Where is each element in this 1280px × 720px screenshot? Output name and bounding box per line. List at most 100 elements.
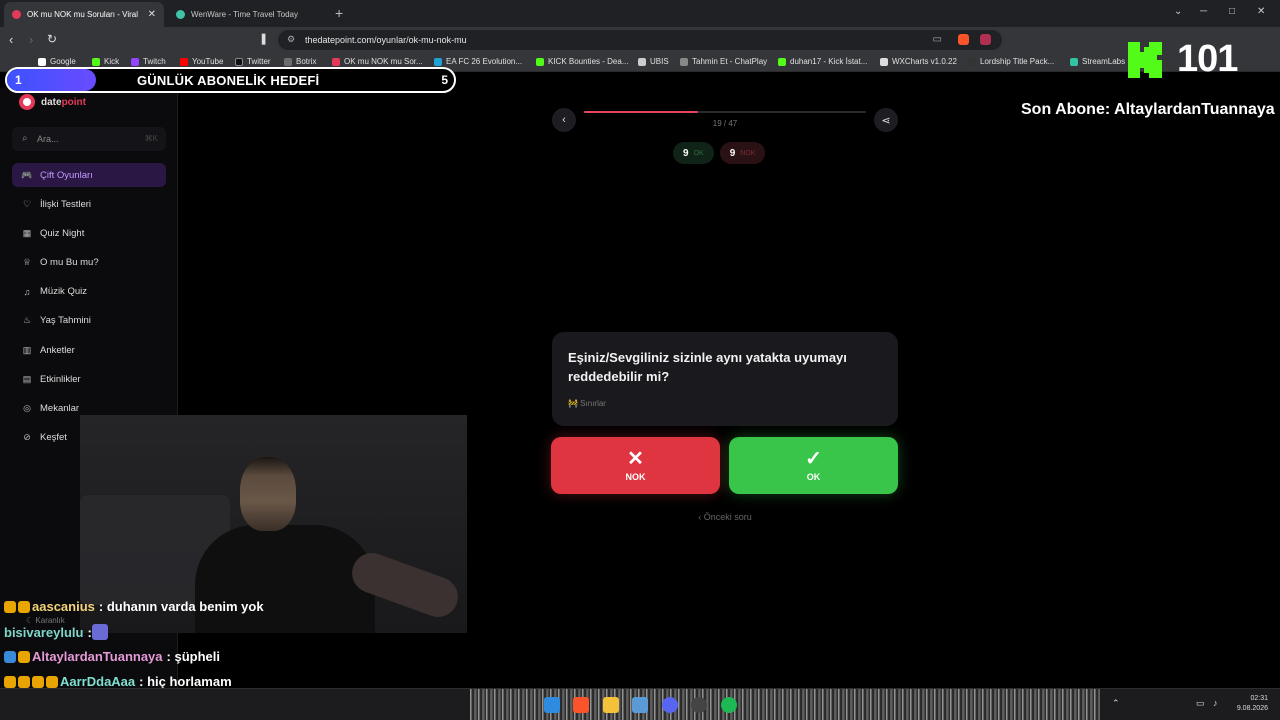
bookmark-item[interactable]: WXCharts v1.0.22 <box>880 57 957 66</box>
heart-icon: ♡ <box>22 198 32 209</box>
site-info-icon[interactable]: ⚙ <box>287 34 295 45</box>
nok-button-label: NOK <box>625 472 646 482</box>
close-tab-icon[interactable]: ✕ <box>148 9 156 20</box>
search-input[interactable]: ⌕ Ara... ⌘K <box>12 127 166 151</box>
bookmark-item[interactable]: EA FC 26 Evolution... <box>434 57 522 66</box>
events-icon: ▤ <box>22 373 32 384</box>
reload-icon[interactable]: ↻ <box>47 32 57 46</box>
chat-badge-icon <box>4 675 16 688</box>
bookmark-item[interactable]: duhan17 - Kick İstat... <box>778 57 867 66</box>
minimize-icon[interactable]: ─ <box>1200 6 1207 17</box>
app-taskbar-icon[interactable] <box>632 697 648 713</box>
bookmark-item[interactable]: Tahmin Et - ChatPlay <box>680 57 767 66</box>
sidebar-item-i-lişki-testleri[interactable]: ♡ İlişki Testleri <box>12 192 166 216</box>
bookmark-icon[interactable]: ❚ <box>259 32 268 45</box>
share-icon: ⋖ <box>881 114 891 127</box>
tab-title: OK mu NOK mu Soruları - Viral İl <box>27 10 140 19</box>
volume-icon[interactable]: ♪ <box>1213 698 1218 708</box>
sidebar-item-label: Çift Oyunları <box>40 169 93 181</box>
chat-text: : duhanın varda benim yok <box>98 599 264 614</box>
sidebar-item-müzik-quiz[interactable]: ♫ Müzik Quiz <box>12 280 166 304</box>
sidebar-item-o-mu-bu-mu-[interactable]: ♕ O mu Bu mu? <box>12 251 166 275</box>
tab-wenware[interactable]: WenWare - Time Travel Today <box>168 2 328 27</box>
datepoint-logo[interactable]: datepoint <box>19 94 86 110</box>
headphones-icon: ♫ <box>23 286 31 297</box>
windows-taskbar: ⌃ ▭ ♪ 02:31 9.08.2026 <box>0 688 1280 720</box>
x-icon: ✕ <box>627 448 644 470</box>
score-pills: 9 OK 9 NOK <box>673 142 766 164</box>
goal-target: 5 <box>441 73 448 87</box>
browser-tab-strip: OK mu NOK mu Soruları - Viral İl ✕ WenWa… <box>0 0 1280 27</box>
sidebar-item-yaş-tahmini[interactable]: ♨ Yaş Tahmini <box>12 309 166 333</box>
ok-button-label: OK <box>806 472 821 482</box>
brand-prefix: date <box>41 96 62 108</box>
discord-icon[interactable] <box>662 697 678 713</box>
new-tab-button[interactable]: + <box>335 5 343 21</box>
tray-chevron-icon[interactable]: ⌃ <box>1112 698 1120 709</box>
close-window-icon[interactable]: ✕ <box>1257 6 1265 17</box>
nok-button[interactable]: ✕ NOK <box>551 437 720 494</box>
tab-title: WenWare - Time Travel Today <box>191 10 298 19</box>
bookmark-item[interactable]: UBIS <box>638 57 669 66</box>
spotify-icon[interactable] <box>721 697 737 713</box>
tab-ok-mu-nok-mu[interactable]: OK mu NOK mu Soruları - Viral İl ✕ <box>4 2 164 27</box>
sidebar-item-label: Mekanlar <box>40 403 80 414</box>
screen: OK mu NOK mu Soruları - Viral İl ✕ WenWa… <box>0 0 1280 720</box>
brave-shield-icon[interactable] <box>958 34 969 45</box>
bookmark-item[interactable]: Twitter <box>235 57 271 66</box>
sidebar-item-label: Quiz Night <box>40 227 85 239</box>
bookmark-item[interactable]: KICK Bounties - Dea... <box>536 57 628 66</box>
bookmark-item[interactable]: YouTube <box>180 57 223 66</box>
maximize-icon[interactable]: □ <box>1229 6 1235 17</box>
calendar-icon: ▦ <box>22 227 32 238</box>
sidebar-item-etkinlikler[interactable]: ▤ Etkinlikler <box>12 367 166 391</box>
bookmark-item[interactable]: StreamLabs <box>1070 57 1125 66</box>
search-placeholder: Ara... <box>37 134 59 144</box>
last-subscriber: Son Abone: AltaylardanTuannaya <box>1021 101 1275 118</box>
sidebar-item-label: Yaş Tahmini <box>40 315 91 327</box>
chat-username: aascanius <box>32 599 95 614</box>
network-icon[interactable]: ▭ <box>1196 698 1205 709</box>
kick-logo-icon <box>1128 42 1162 78</box>
datepoint-favicon-icon <box>12 10 21 19</box>
brave-rewards-icon[interactable] <box>980 34 991 45</box>
chat-badge-icon <box>18 675 30 688</box>
bookmark-item[interactable]: OK mu NOK mu Sor... <box>332 57 423 66</box>
tab-search-icon[interactable]: ⌄ <box>1174 6 1182 17</box>
share-button[interactable]: ⋖ <box>874 108 898 132</box>
sidebar-item-label: O mu Bu mu? <box>40 257 99 269</box>
goal-current: 1 <box>15 73 22 87</box>
obs-icon[interactable] <box>691 697 707 713</box>
ok-score-label: OK <box>693 149 704 157</box>
forward-icon[interactable]: › <box>29 32 33 47</box>
bookmark-item[interactable]: Lordship Title Pack... <box>968 57 1054 66</box>
file-explorer-icon[interactable] <box>603 697 619 713</box>
bookmark-item[interactable]: Google <box>38 57 76 66</box>
sidebar-item-çift-oyunları[interactable]: 🎮 Çift Oyunları <box>12 163 166 187</box>
webcam-person-head <box>240 457 296 531</box>
ok-button[interactable]: ✓ OK <box>729 437 898 494</box>
bookmark-item[interactable]: Botrix <box>284 57 316 66</box>
nok-score-label: NOK <box>740 149 756 157</box>
bookmark-item[interactable]: Kick <box>92 57 119 66</box>
ok-count: 9 <box>683 147 689 159</box>
ok-score-pill: 9 OK <box>673 142 714 164</box>
windows-start-icon[interactable] <box>544 697 560 713</box>
chat-badge-icon <box>46 675 58 688</box>
taskbar-clock[interactable]: 02:31 9.08.2026 <box>1237 694 1268 714</box>
url-text: thedatepoint.com/oyunlar/ok-mu-nok-mu <box>305 35 467 45</box>
nok-count: 9 <box>729 147 736 159</box>
cast-icon[interactable]: ▭ <box>933 34 942 45</box>
url-field[interactable]: ⚙ thedatepoint.com/oyunlar/ok-mu-nok-mu … <box>278 30 1002 50</box>
back-icon[interactable]: ‹ <box>9 32 13 47</box>
previous-question-link[interactable]: ‹ Önceki soru <box>552 512 898 522</box>
sidebar-item-label: Müzik Quiz <box>40 286 87 298</box>
chat-text: : şüpheli <box>166 649 220 664</box>
sidebar-item-anketler[interactable]: ▥ Anketler <box>12 338 166 362</box>
bookmark-item[interactable]: Twitch <box>131 57 166 66</box>
brave-taskbar-icon[interactable] <box>573 697 589 713</box>
gamepad-icon: 🎮 <box>21 169 33 180</box>
sidebar-item-label: Anketler <box>40 344 75 356</box>
sidebar-item-quiz-night[interactable]: ▦ Quiz Night <box>12 221 166 245</box>
chat-badge-icon <box>18 600 30 613</box>
